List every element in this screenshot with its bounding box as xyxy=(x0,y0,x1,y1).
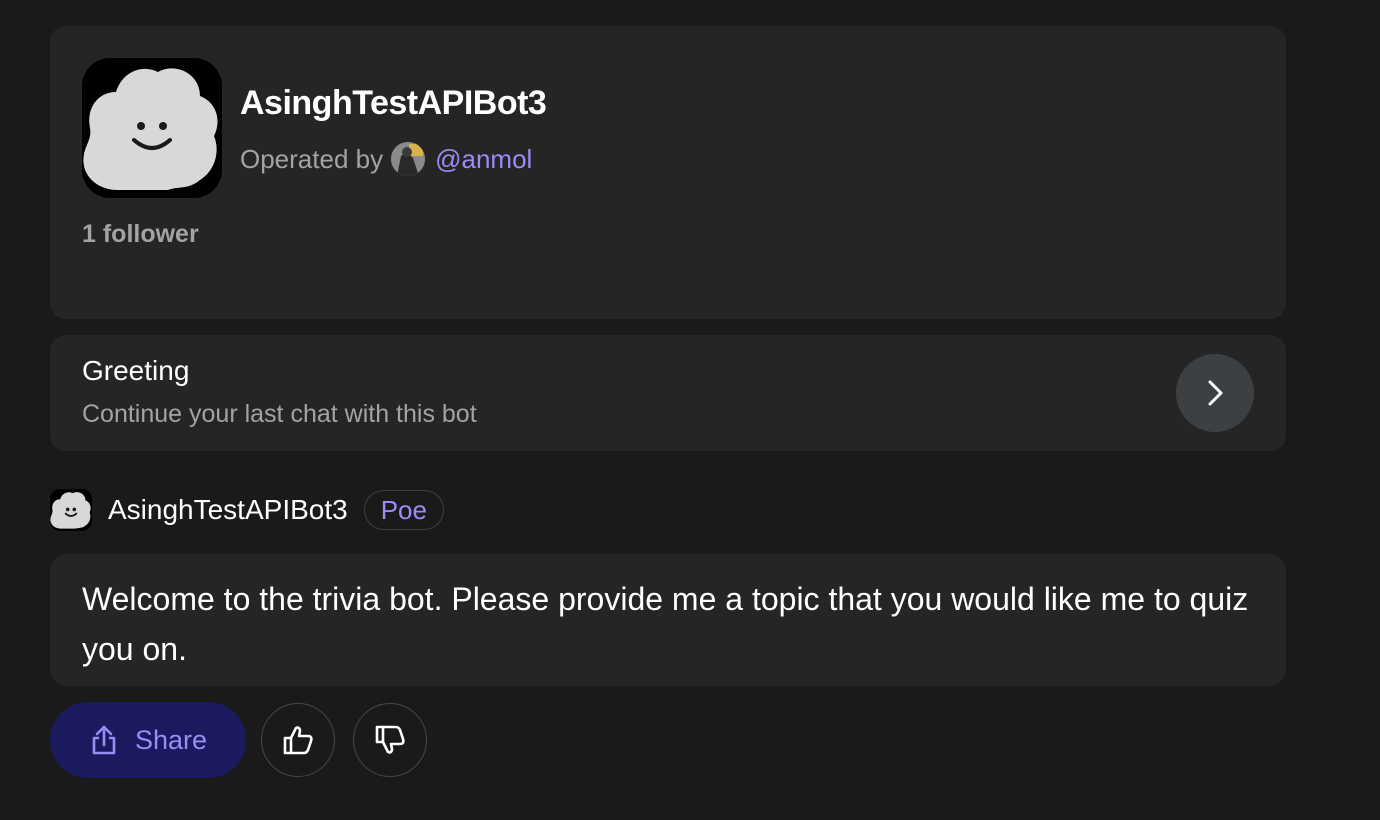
message-bot-avatar[interactable] xyxy=(50,489,92,531)
share-label: Share xyxy=(134,724,208,755)
message-bubble: Welcome to the trivia bot. Please provid… xyxy=(50,554,1286,686)
poe-badge: Poe xyxy=(363,490,444,530)
cloud-face-icon xyxy=(83,68,218,190)
operated-by: Operated by @anmol xyxy=(240,140,532,178)
like-button[interactable] xyxy=(261,703,335,777)
chevron-right-icon xyxy=(1208,380,1223,406)
greeting-subtitle: Continue your last chat with this bot xyxy=(82,400,477,428)
operated-by-label: Operated by xyxy=(240,143,384,174)
share-icon xyxy=(92,725,116,755)
thumbs-up-icon xyxy=(283,726,313,755)
message-header: AsinghTestAPIBot3 Poe xyxy=(50,488,444,532)
greeting-title: Greeting xyxy=(82,355,190,386)
dislike-button[interactable] xyxy=(353,703,427,777)
operator-handle-link[interactable]: @anmol xyxy=(435,144,532,175)
cloud-face-icon xyxy=(50,492,91,529)
share-button[interactable]: Share xyxy=(50,702,246,778)
user-avatar-icon[interactable] xyxy=(391,142,426,176)
bot-name: AsinghTestAPIBot3 xyxy=(240,84,547,122)
continue-chat-button[interactable] xyxy=(1176,354,1254,432)
bot-info-card: AsinghTestAPIBot3 Operated by @anmol 1 f… xyxy=(50,26,1286,319)
message-sender-name[interactable]: AsinghTestAPIBot3 xyxy=(108,494,348,526)
bot-avatar xyxy=(82,58,222,198)
greeting-card[interactable]: Greeting Continue your last chat with th… xyxy=(50,335,1286,451)
bot-profile-page: AsinghTestAPIBot3 Operated by @anmol 1 f… xyxy=(0,0,1380,820)
follower-count[interactable]: 1 follower xyxy=(82,220,199,249)
thumbs-down-icon xyxy=(375,725,405,754)
